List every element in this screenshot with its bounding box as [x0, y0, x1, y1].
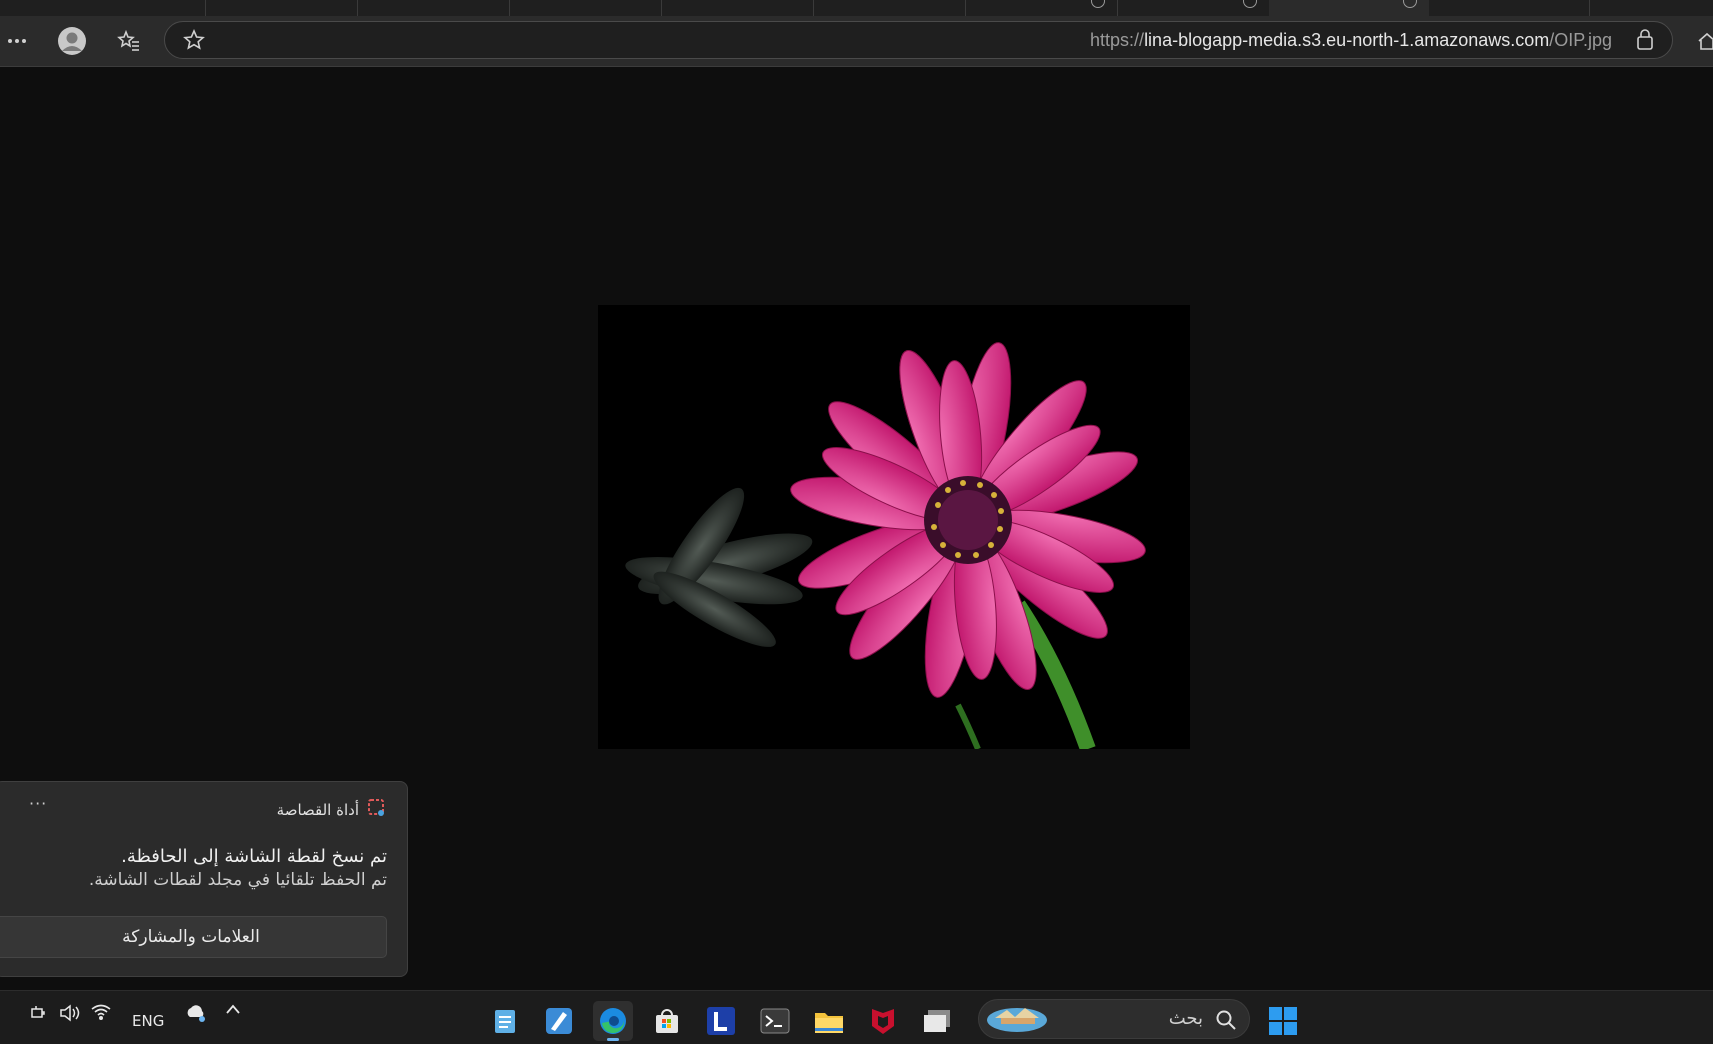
url-scheme: https:// — [1090, 30, 1145, 50]
browser-tab[interactable] — [509, 0, 662, 16]
globe-icon — [1403, 0, 1417, 8]
flower-image — [598, 305, 1190, 749]
notification-app-name: أداة القصاصة — [276, 801, 359, 819]
taskbar: ENG بحث — [0, 990, 1713, 1044]
favorites-icon[interactable] — [112, 24, 146, 58]
notification-header: أداة القصاصة — [277, 798, 387, 822]
battery-power-icon[interactable] — [28, 1003, 48, 1023]
url-path: /OIP.jpg — [1549, 30, 1612, 50]
edge-icon[interactable] — [593, 1001, 633, 1041]
store-icon[interactable] — [647, 1001, 687, 1041]
url-text[interactable]: https://lina-blogapp-media.s3.eu-north-1… — [1090, 30, 1612, 51]
mcafee-icon[interactable] — [863, 1001, 903, 1041]
star-icon[interactable] — [177, 23, 211, 57]
search-placeholder: بحث — [1168, 1008, 1203, 1029]
notification-line2: تم الحفظ تلقائيا في مجلد لقطات الشاشة. — [88, 870, 387, 890]
browser-tab[interactable] — [661, 0, 814, 16]
onedrive-icon[interactable] — [184, 1003, 208, 1023]
app-window-icon[interactable] — [917, 1001, 957, 1041]
markup-share-button[interactable]: العلامات والمشاركة — [0, 916, 387, 958]
profile-avatar-icon[interactable] — [55, 24, 89, 58]
globe-icon — [1243, 0, 1257, 8]
notepad-icon[interactable] — [485, 1001, 525, 1041]
snipping-tool-icon — [367, 798, 387, 822]
terminal-icon[interactable] — [755, 1001, 795, 1041]
taskbar-search[interactable]: بحث — [978, 999, 1250, 1039]
start-icon[interactable] — [1263, 1001, 1303, 1041]
search-highlight-icon — [985, 1004, 1049, 1038]
browser-tab[interactable] — [965, 0, 1118, 16]
language-indicator[interactable]: ENG — [132, 1012, 164, 1030]
snip-notification[interactable]: أداة القصاصة ··· تم نسخ لقطة الشاشة إلى … — [0, 781, 408, 977]
wifi-icon[interactable] — [90, 1003, 112, 1021]
browser-tab[interactable] — [1117, 0, 1270, 16]
notification-line1: تم نسخ لقطة الشاشة إلى الحافظة. — [121, 846, 387, 867]
pen-app-icon[interactable] — [539, 1001, 579, 1041]
search-icon — [1215, 1009, 1237, 1035]
l-app-icon[interactable] — [701, 1001, 741, 1041]
tab-strip — [0, 0, 1713, 16]
more-menu-icon[interactable] — [0, 24, 34, 58]
file-explorer-icon[interactable] — [809, 1001, 849, 1041]
globe-icon — [1091, 0, 1105, 8]
browser-toolbar: https://lina-blogapp-media.s3.eu-north-1… — [0, 16, 1713, 67]
home-icon[interactable] — [1690, 24, 1713, 58]
browser-tab[interactable] — [1429, 0, 1590, 16]
viewed-image — [598, 305, 1190, 749]
browser-tab[interactable] — [205, 0, 358, 16]
browser-tab[interactable] — [357, 0, 510, 16]
browser-tab[interactable] — [0, 0, 206, 16]
browser-tab-active[interactable] — [1269, 0, 1429, 16]
volume-icon[interactable] — [58, 1003, 80, 1023]
url-host: lina-blogapp-media.s3.eu-north-1.amazona… — [1144, 30, 1550, 50]
browser-tab[interactable] — [1589, 0, 1713, 16]
address-bar[interactable]: https://lina-blogapp-media.s3.eu-north-1… — [164, 21, 1673, 59]
chevron-up-icon[interactable] — [225, 1003, 241, 1015]
notification-more-icon[interactable]: ··· — [29, 794, 47, 813]
browser-tab[interactable] — [813, 0, 966, 16]
read-aloud-icon[interactable] — [1628, 23, 1662, 57]
